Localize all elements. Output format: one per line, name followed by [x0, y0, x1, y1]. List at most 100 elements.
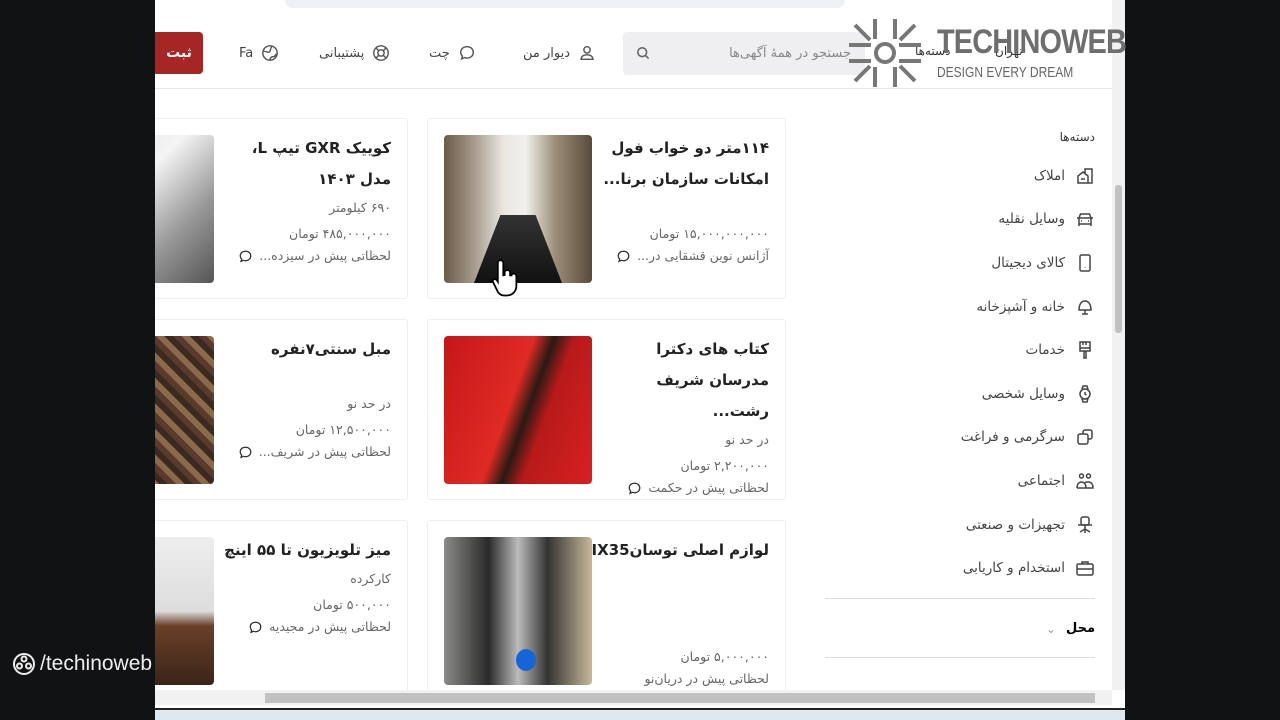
chat-icon	[239, 250, 252, 263]
submit-ad-button[interactable]: ثبت	[155, 32, 203, 74]
sidebar-item-services[interactable]: خدمات	[825, 328, 1095, 372]
listing-location: لحظاتی پیش در حکمت	[648, 480, 769, 495]
vertical-scrollbar-thumb[interactable]	[1115, 185, 1122, 333]
sidebar-item-digital[interactable]: کالای دیجیتال	[825, 241, 1095, 285]
listing-meta	[599, 195, 769, 221]
listing-card[interactable]: میز تلویزیون تا ۵۵ اینچ کارکرده ۵۰۰,۰۰۰ …	[155, 520, 408, 701]
sidebar-item-label: املاک	[1033, 167, 1065, 184]
sidebar-item-vehicles[interactable]: وسایل نقلیه	[825, 198, 1095, 242]
listing-location: لحظاتی پیش در مجیدیه	[269, 619, 391, 634]
chat-icon	[459, 45, 474, 61]
support-label: پشتیبانی	[319, 45, 365, 61]
mobile-icon	[1079, 254, 1091, 272]
search-icon	[637, 47, 650, 60]
listing-location: لحظاتی پیش در دریان‌نو	[644, 671, 769, 686]
listing-title: کتاب های دکترا مدرسان شریف رشت...	[656, 340, 769, 420]
listing-meta: در حد نو	[725, 432, 769, 447]
sidebar-item-real-estate[interactable]: املاک	[825, 154, 1095, 198]
sidebar-item-label: تجهیزات و صنعتی	[965, 516, 1065, 533]
listing-price: ۴۸۵,۰۰۰,۰۰۰ تومان	[289, 226, 391, 241]
language-button[interactable]: Fa	[239, 42, 279, 64]
sidebar-item-industrial[interactable]: تجهیزات و صنعتی	[825, 503, 1095, 547]
listing-price: ۲,۲۰۰,۰۰۰ تومان	[680, 458, 769, 473]
chat-icon	[239, 446, 252, 459]
sidebar-item-label: وسایل نقلیه	[998, 211, 1065, 228]
listing-image	[444, 537, 592, 685]
listing-meta: در حد نو	[347, 396, 391, 411]
sidebar-item-personal[interactable]: وسایل شخصی	[825, 372, 1095, 416]
listing-title: لوازم اصلی توسانIX35	[591, 541, 769, 559]
watermark-subtitle: DESIGN EVERY DREAM	[937, 64, 1074, 81]
user-icon	[580, 45, 594, 61]
location-label: محل	[1065, 621, 1095, 637]
browser-viewport: ثبت Fa پشتیبانی چت دیوار من جستجو در همه…	[155, 0, 1125, 708]
sidebar-item-social[interactable]: اجتماعی	[825, 459, 1095, 503]
listing-card[interactable]: کوییک GXR تیپ L، مدل ۱۴۰۳ ۶۹۰ کیلومتر ۴۸…	[155, 118, 408, 299]
listing-location: لحظاتی پیش در سیزده...	[259, 248, 391, 263]
listing-meta: ۶۹۰ کیلومتر	[329, 200, 391, 215]
techinoweb-watermark: TECHINOWEB DESIGN EVERY DREAM	[845, 15, 1127, 93]
listing-card[interactable]: لوازم اصلی توسانIX35 ۵,۰۰۰,۰۰۰ تومان لحظ…	[427, 520, 786, 701]
listing-card[interactable]: ۱۱۴متر دو خواب فول امکانات سازمان برنا..…	[427, 118, 786, 299]
sidebar-item-jobs[interactable]: استخدام و کاریابی	[825, 546, 1095, 590]
sidebar-item-label: خانه و آشپزخانه	[976, 298, 1065, 315]
car-icon	[1077, 213, 1093, 227]
chat-icon	[617, 250, 630, 263]
listing-title: مبل سنتی۷نفره	[271, 340, 391, 358]
listing-card[interactable]: مبل سنتی۷نفره در حد نو ۱۲,۵۰۰,۰۰۰ تومان …	[155, 319, 408, 500]
watch-icon	[1079, 385, 1091, 403]
listing-price: ۱۲,۵۰۰,۰۰۰ تومان	[295, 422, 391, 437]
listing-title: ۱۱۴متر دو خواب فول امکانات سازمان برنا..…	[603, 139, 769, 188]
listing-price: ۱۵,۰۰۰,۰۰۰,۰۰۰ تومان	[649, 226, 769, 241]
globe-icon	[262, 45, 279, 61]
sidebar-item-label: وسایل شخصی	[981, 385, 1065, 402]
chair-icon	[1078, 515, 1092, 533]
listing-title: کوییک GXR تیپ L، مدل ۱۴۰۳	[251, 139, 391, 188]
my-divar-label: دیوار من	[523, 45, 571, 61]
top-search-strip	[285, 0, 845, 8]
sidebar-heading: دسته‌ها	[1059, 130, 1095, 144]
chevron-down-icon: ⌄	[1045, 621, 1056, 636]
sidebar-item-home-kitchen[interactable]: خانه و آشپزخانه	[825, 285, 1095, 329]
listing-card[interactable]: کتاب های دکترا مدرسان شریف رشت... در حد …	[427, 319, 786, 500]
sidebar-item-entertainment[interactable]: سرگرمی و فراغت	[825, 416, 1095, 460]
search-input[interactable]: جستجو در همهٔ آگهی‌ها	[623, 32, 865, 75]
listing-meta: کارکرده	[350, 571, 391, 586]
people-icon	[1076, 473, 1094, 489]
listing-price: ۵۰۰,۰۰۰ تومان	[313, 597, 391, 612]
reel-icon	[13, 653, 35, 675]
hand-cursor-icon	[491, 259, 518, 297]
vertical-scrollbar[interactable]	[1112, 0, 1125, 690]
listing-location: آژانس نوین قشقایی در...	[637, 248, 769, 263]
social-handle: /techinoweb	[12, 652, 152, 676]
sidebar-item-label: خدمات	[1025, 342, 1066, 359]
chat-icon	[628, 482, 641, 495]
listing-image	[155, 135, 214, 283]
location-filter-toggle[interactable]: محل ⌄	[825, 609, 1095, 649]
sidebar-item-label: سرگرمی و فراغت	[960, 429, 1065, 446]
sidebar-divider	[825, 597, 1095, 599]
my-divar-button[interactable]: دیوار من	[523, 42, 596, 64]
dice-icon	[1077, 429, 1093, 446]
brush-icon	[1079, 341, 1091, 359]
sidebar-item-label: اجتماعی	[1017, 472, 1065, 489]
lifebuoy-icon	[373, 45, 390, 61]
social-handle-text: /techinoweb	[40, 652, 153, 675]
horizontal-scrollbar-thumb[interactable]	[265, 693, 1095, 703]
sidebar-divider	[825, 656, 1095, 658]
search-placeholder: جستجو در همهٔ آگهی‌ها	[729, 46, 851, 61]
building-icon	[1077, 168, 1093, 184]
listing-title: میز تلویزیون تا ۵۵ اینچ	[224, 541, 391, 559]
chat-label: چت	[429, 45, 450, 61]
lamp-icon	[1078, 299, 1092, 315]
listing-meta	[599, 566, 769, 644]
category-sidebar: دسته‌ها املاک وسایل نقلیه کالای دیجیتال …	[825, 130, 1095, 668]
listing-image	[155, 537, 214, 685]
support-button[interactable]: پشتیبانی	[319, 42, 390, 64]
taskbar	[155, 708, 1125, 720]
chat-button[interactable]: چت	[429, 42, 476, 64]
circuit-logo-icon	[849, 19, 921, 87]
chat-icon	[249, 621, 262, 634]
briefcase-icon	[1076, 561, 1094, 576]
listing-image	[444, 336, 592, 484]
